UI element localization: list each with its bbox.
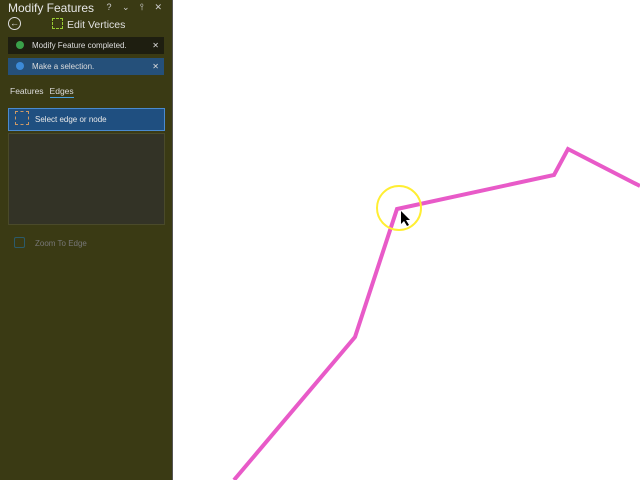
zoom-icon	[14, 237, 25, 248]
select-edge-button[interactable]: Select edge or node	[8, 108, 165, 131]
close-icon[interactable]: ✕	[152, 37, 159, 54]
info-icon	[16, 62, 24, 70]
pane-controls[interactable]: ? ⌄ ⫯ ✕	[106, 2, 166, 13]
modify-features-pane: Modify Features ? ⌄ ⫯ ✕ ← Edit Vertices …	[0, 0, 173, 480]
tool-name: Edit Vertices	[67, 19, 126, 31]
zoom-to-edge-button[interactable]: Zoom To Edge	[14, 237, 87, 248]
zoom-to-edge-label: Zoom To Edge	[35, 239, 87, 248]
tool-header: Edit Vertices	[52, 18, 125, 31]
message-completed: Modify Feature completed. ✕	[8, 37, 164, 54]
pane-title: Modify Features	[8, 1, 95, 15]
select-edge-icon	[15, 111, 29, 125]
close-icon[interactable]: ✕	[152, 58, 159, 75]
select-edge-label: Select edge or node	[35, 115, 107, 124]
tab-edges[interactable]: Edges	[49, 86, 74, 98]
tab-features[interactable]: Features	[10, 86, 44, 96]
edge-list[interactable]	[8, 133, 165, 225]
cursor-arrow-icon	[401, 211, 410, 226]
check-icon	[16, 41, 24, 49]
message-info: Make a selection. ✕	[8, 58, 164, 75]
message-text: Modify Feature completed.	[32, 41, 127, 50]
edit-vertices-icon	[52, 18, 63, 29]
message-text: Make a selection.	[32, 62, 95, 71]
edited-line-feature[interactable]	[232, 146, 640, 480]
back-arrow-icon[interactable]: ←	[8, 17, 21, 30]
